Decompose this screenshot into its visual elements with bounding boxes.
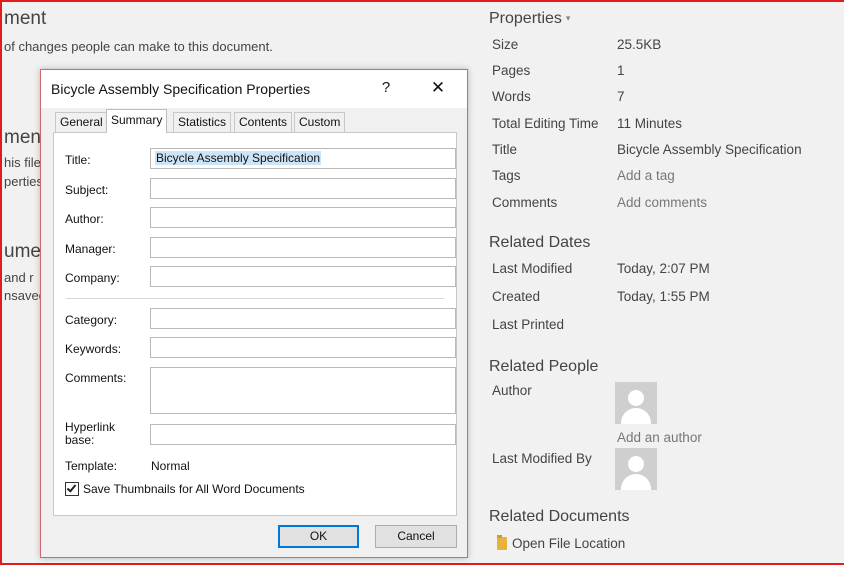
right-margin — [844, 0, 850, 565]
size-value: 25.5KB — [617, 37, 662, 52]
checkmark-icon — [66, 482, 77, 493]
editing-time-value: 11 Minutes — [617, 116, 683, 131]
protect-document-heading: ment — [4, 8, 47, 29]
comments-field[interactable]: Add comments — [617, 195, 707, 210]
keywords-field-label: Keywords: — [65, 342, 122, 356]
last-printed-label: Last Printed — [492, 317, 565, 332]
chevron-down-icon: ▾ — [565, 13, 571, 24]
manager-input[interactable] — [150, 237, 456, 258]
title-value[interactable]: Bicycle Assembly Specification — [617, 142, 802, 157]
keywords-input[interactable] — [150, 337, 456, 358]
properties-title: Properties — [489, 10, 562, 27]
author-field-label: Author: — [65, 212, 104, 226]
created-label: Created — [492, 289, 541, 304]
last-modified-by-label: Last Modified By — [492, 451, 592, 466]
tab-summary[interactable]: Summary — [106, 109, 168, 133]
author-input[interactable] — [150, 207, 456, 228]
size-label: Size — [492, 37, 519, 52]
tags-label: Tags — [492, 168, 521, 183]
related-documents-heading: Related Documents — [489, 508, 630, 525]
window-frame: ment of changes people can make to this … — [0, 0, 850, 565]
editing-time-label: Total Editing Time — [492, 116, 599, 131]
tab-statistics[interactable]: Statistics — [173, 112, 232, 132]
tab-contents[interactable]: Contents — [234, 112, 293, 132]
template-value: Normal — [151, 459, 190, 473]
title-field-label: Title: — [65, 153, 91, 167]
words-value: 7 — [617, 89, 625, 104]
hyperlink-base-input[interactable] — [150, 424, 456, 445]
category-input[interactable] — [150, 308, 456, 329]
folder-icon — [497, 535, 507, 550]
related-dates-heading: Related Dates — [489, 234, 591, 251]
hyperlink-base-label: Hyperlink base: — [65, 421, 115, 447]
last-modified-label: Last Modified — [492, 261, 573, 276]
title-label: Title — [492, 142, 518, 157]
cancel-button[interactable]: Cancel — [375, 525, 457, 548]
tab-general[interactable]: General — [55, 112, 108, 132]
dialog-title: Bicycle Assembly Specification Propertie… — [51, 81, 311, 97]
subject-field-label: Subject: — [65, 183, 109, 197]
ok-button[interactable]: OK — [278, 525, 359, 548]
words-label: Words — [492, 89, 531, 104]
author-label: Author — [492, 383, 532, 398]
inspect-description-line2: perties — [4, 174, 44, 189]
comments-field-label: Comments: — [65, 371, 127, 385]
related-people-heading: Related People — [489, 358, 599, 375]
inspect-description-line1: his file — [4, 155, 41, 170]
close-button[interactable]: ✕ — [425, 77, 451, 99]
title-input-value: Bicycle Assembly Specification — [155, 151, 322, 165]
hyperlink-label-line1: Hyperlink — [65, 420, 116, 434]
tags-field[interactable]: Add a tag — [617, 168, 675, 183]
manage-document-heading: ume — [4, 241, 41, 262]
title-input[interactable]: Bicycle Assembly Specification — [150, 148, 456, 169]
save-thumbnails-label[interactable]: Save Thumbnails for All Word Documents — [83, 482, 305, 496]
last-modified-by-avatar — [615, 448, 657, 490]
template-label: Template: — [65, 459, 118, 473]
properties-dropdown[interactable]: Properties ▾ — [489, 10, 570, 28]
help-button[interactable]: ? — [377, 77, 395, 99]
created-value: Today, 1:55 PM — [617, 289, 710, 304]
pages-label: Pages — [492, 63, 531, 78]
company-field-label: Company: — [65, 271, 120, 285]
manager-field-label: Manager: — [65, 242, 116, 256]
save-thumbnails-checkbox[interactable] — [65, 482, 79, 496]
comments-textarea[interactable] — [150, 367, 456, 414]
properties-panel: Properties ▾ Size 25.5KB Pages 1 Words 7 … — [489, 2, 844, 565]
company-input[interactable] — [150, 266, 456, 287]
subject-input[interactable] — [150, 178, 456, 199]
divider — [66, 298, 444, 299]
category-field-label: Category: — [65, 313, 118, 327]
add-author-link[interactable]: Add an author — [617, 430, 702, 445]
comments-label: Comments — [492, 195, 558, 210]
inspect-document-heading: men — [4, 127, 41, 148]
protect-document-description: of changes people can make to this docum… — [4, 39, 273, 54]
manage-description-line1: and r — [4, 270, 34, 285]
tab-custom[interactable]: Custom — [294, 112, 346, 132]
pages-value: 1 — [617, 63, 625, 78]
open-file-location-link[interactable]: Open File Location — [512, 536, 625, 551]
document-properties-dialog: Bicycle Assembly Specification Propertie… — [40, 69, 468, 558]
summary-tab-pane: Title: Bicycle Assembly Specification Su… — [53, 132, 457, 516]
dialog-titlebar[interactable]: Bicycle Assembly Specification Propertie… — [41, 70, 467, 108]
hyperlink-label-line2: base: — [65, 433, 95, 447]
author-avatar — [615, 382, 657, 424]
last-modified-value: Today, 2:07 PM — [617, 261, 710, 276]
